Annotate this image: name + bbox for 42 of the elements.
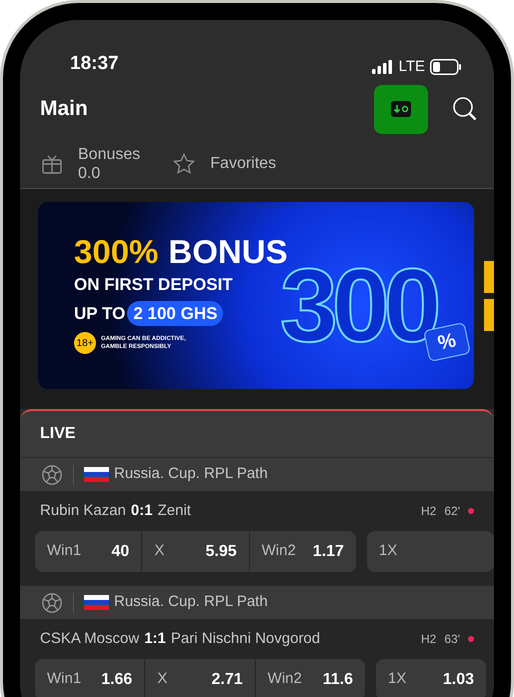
page-title: Main (40, 96, 88, 122)
section-title: LIVE (39, 424, 77, 444)
team-name: Rubin Kazan (40, 500, 126, 521)
odds-button[interactable]: 1X (366, 531, 494, 572)
league-name: Russia. Cup. RPL Path (114, 464, 268, 484)
soccer-ball-icon (41, 464, 63, 486)
clock-time: 18:37 (70, 52, 119, 76)
team-name: Pari Nischni Novgorod (170, 628, 320, 649)
battery-icon (430, 58, 462, 75)
next-banner-edge (484, 260, 494, 292)
odds-button[interactable]: 1X 1.03 (376, 659, 486, 697)
banner-line: UP TO (74, 302, 126, 324)
next-banner-edge (484, 298, 494, 330)
match-score: 1:1 (144, 628, 166, 649)
match-period: H2 (421, 503, 436, 520)
signal-icon (372, 60, 394, 74)
team-name: CSKA Moscow (40, 628, 140, 649)
match-minute: 63' (444, 631, 460, 648)
match-score: 0:1 (130, 500, 153, 521)
odds-button[interactable]: Win2 1.17 (248, 531, 356, 572)
star-icon (172, 152, 196, 176)
match-minute: 62' (444, 503, 460, 520)
russia-flag-icon (84, 595, 109, 610)
age-badge: 18+ (74, 332, 96, 354)
odds-button[interactable]: Win2 11.6 (254, 659, 365, 697)
match-period: H2 (421, 631, 436, 648)
league-name: Russia. Cup. RPL Path (114, 592, 268, 612)
network-label: LTE (398, 56, 425, 76)
russia-flag-icon (84, 467, 109, 482)
team-name: Zenit (158, 500, 191, 521)
wallet-icon (391, 101, 411, 117)
favorites-link[interactable]: Favorites (172, 152, 276, 176)
link-label: Favorites (210, 154, 276, 173)
soccer-ball-icon (41, 592, 63, 614)
bonus-balance: 0.0 (78, 164, 102, 182)
banner-amount: 2 100 GHS (127, 300, 224, 326)
banner-accent: 300% (74, 234, 158, 270)
banner-line: ON FIRST DEPOSIT (74, 274, 234, 296)
link-label: Bonuses (78, 144, 140, 164)
deposit-button[interactable] (374, 84, 428, 134)
bonuses-link[interactable]: Bonuses 0.0 (40, 144, 140, 182)
search-icon (452, 96, 478, 122)
